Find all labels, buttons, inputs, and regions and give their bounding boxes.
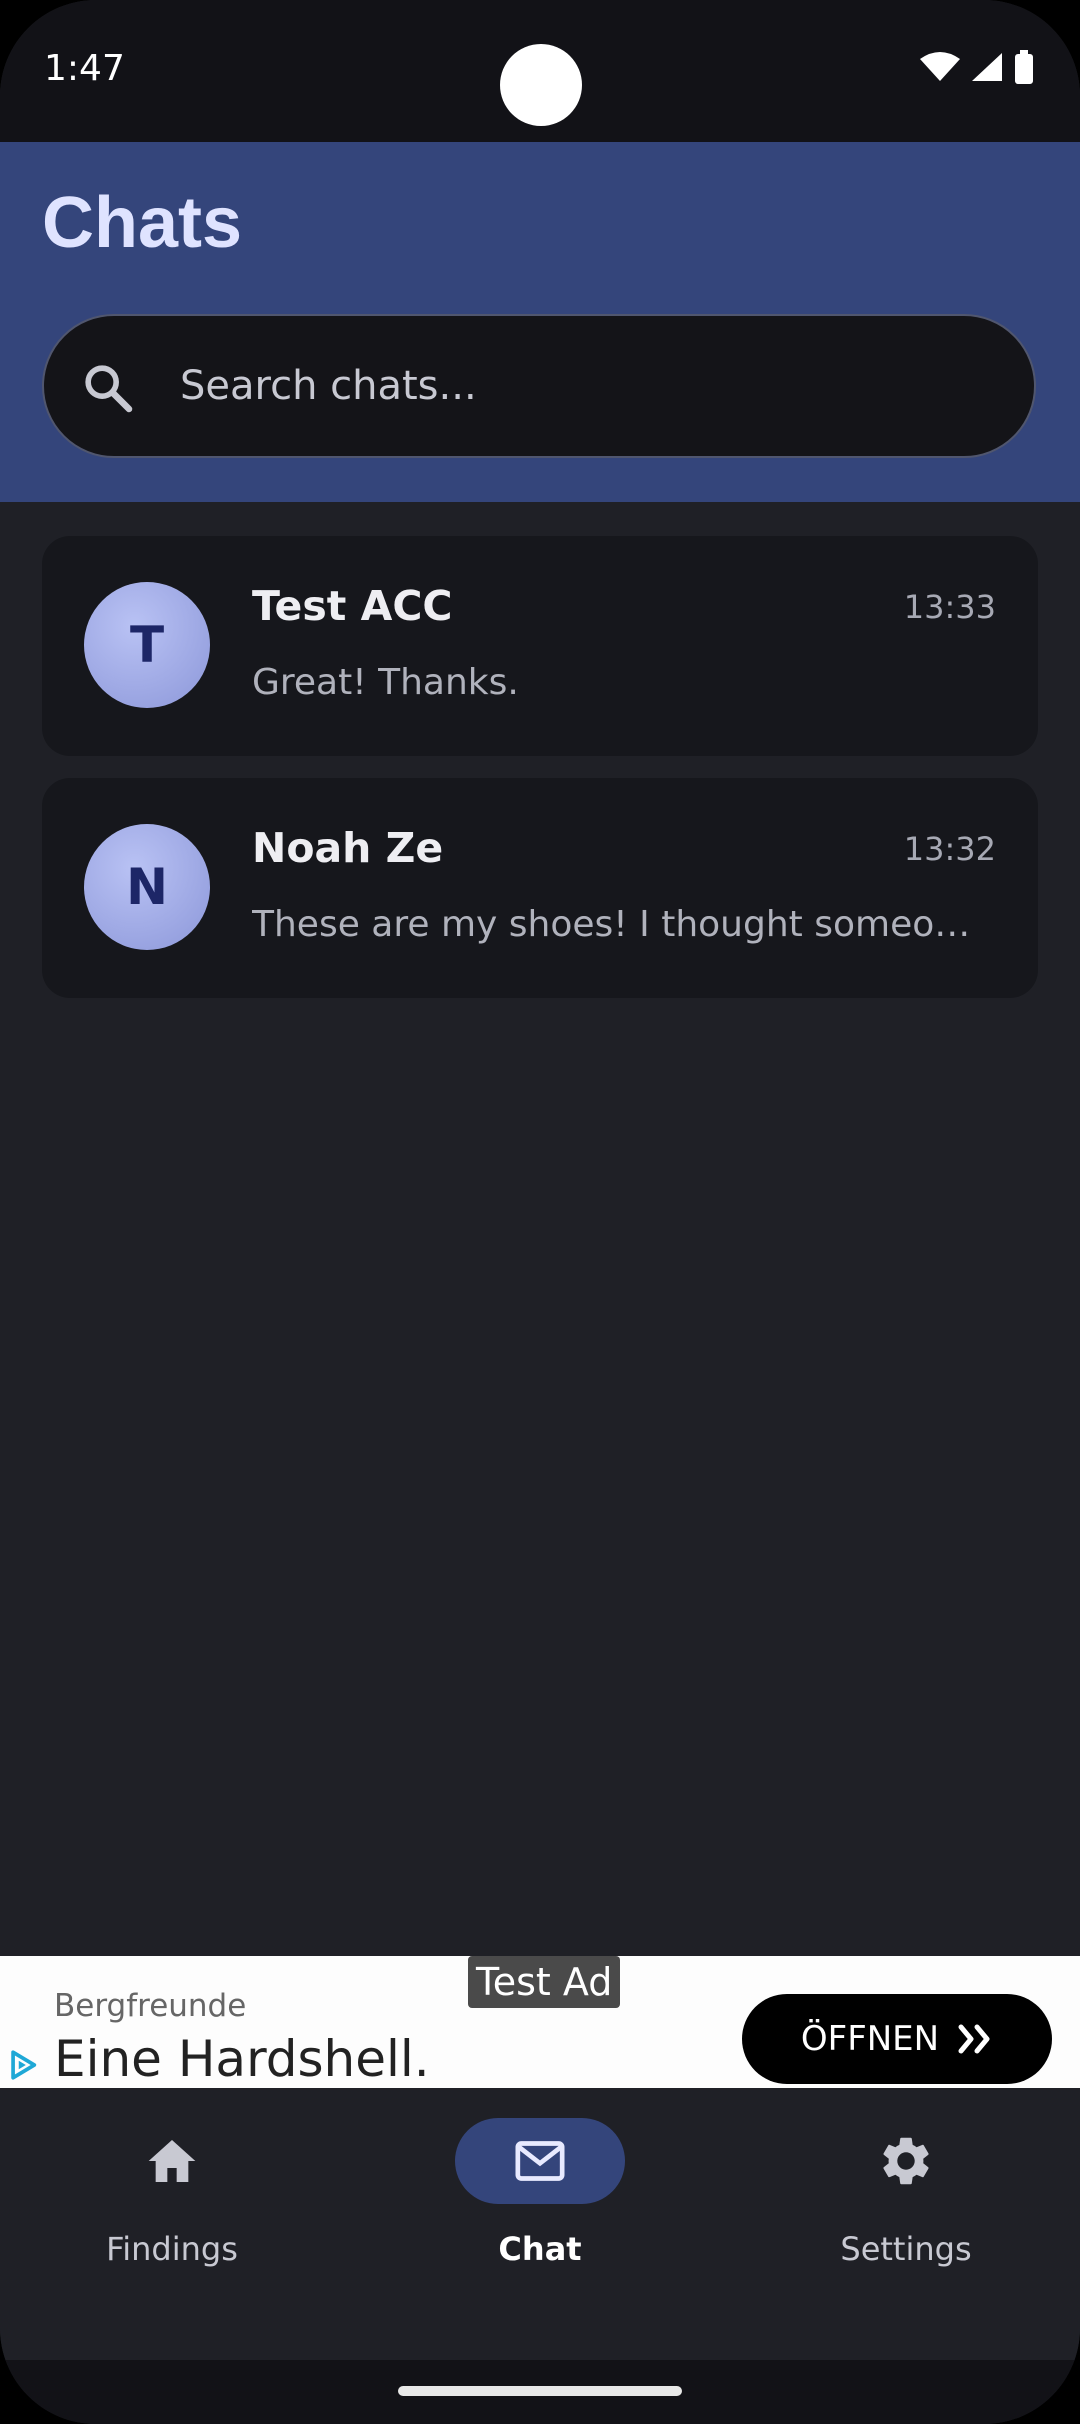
chat-time: 13:33 <box>903 588 996 626</box>
ad-open-button[interactable]: ÖFFNEN <box>742 1994 1052 2084</box>
ad-headline: Eine Hardshell. <box>54 2030 430 2088</box>
chat-name: Noah Ze <box>252 824 444 872</box>
nav-label: Settings <box>840 2230 972 2268</box>
app-header: Chats <box>0 142 1080 502</box>
nav-label: Findings <box>106 2230 238 2268</box>
chat-time: 13:32 <box>903 830 996 868</box>
double-chevron-right-icon <box>958 2024 990 2054</box>
search-input[interactable] <box>180 316 1000 456</box>
nav-findings[interactable]: Findings <box>42 2088 302 2288</box>
nav-icon-container <box>821 2118 991 2204</box>
chat-list-item[interactable]: N Noah Ze 13:32 These are my shoes! I th… <box>42 778 1038 998</box>
ad-banner[interactable]: Test Ad Bergfreunde Eine Hardshell. ÖFFN… <box>0 1956 1080 2088</box>
avatar: N <box>84 824 210 950</box>
chat-name: Test ACC <box>252 582 453 630</box>
nav-chat[interactable]: Chat <box>410 2088 670 2288</box>
search-bar[interactable] <box>42 314 1036 458</box>
nav-settings[interactable]: Settings <box>776 2088 1036 2288</box>
front-camera <box>500 44 582 126</box>
ad-choices-icon[interactable] <box>6 2048 40 2082</box>
nav-icon-container <box>455 2118 625 2204</box>
status-time: 1:47 <box>44 48 125 89</box>
status-bar: 1:47 <box>0 0 1080 142</box>
phone-screen: 1:47 Chats T Test ACC <box>0 0 1080 2424</box>
chat-list-item[interactable]: T Test ACC 13:33 Great! Thanks. <box>42 536 1038 756</box>
page-title: Chats <box>42 183 243 263</box>
gesture-handle[interactable] <box>398 2386 682 2396</box>
chat-preview: These are my shoes! I thought someone … <box>252 904 992 945</box>
chat-preview: Great! Thanks. <box>252 662 519 703</box>
gear-icon <box>883 2137 929 2185</box>
ad-brand: Bergfreunde <box>54 1988 247 2024</box>
ad-label: Test Ad <box>468 1956 621 2008</box>
avatar: T <box>84 582 210 708</box>
mail-icon <box>515 2141 565 2181</box>
ad-cta-label: ÖFFNEN <box>800 2019 940 2059</box>
nav-label: Chat <box>498 2230 582 2268</box>
search-icon <box>85 365 133 413</box>
bottom-navigation: Findings Chat Settings <box>0 2088 1080 2360</box>
status-icons <box>920 50 1034 84</box>
signal-icon <box>972 53 1002 81</box>
home-icon <box>148 2140 196 2182</box>
wifi-icon <box>920 52 960 81</box>
battery-icon <box>1015 50 1033 84</box>
nav-icon-container <box>87 2118 257 2204</box>
